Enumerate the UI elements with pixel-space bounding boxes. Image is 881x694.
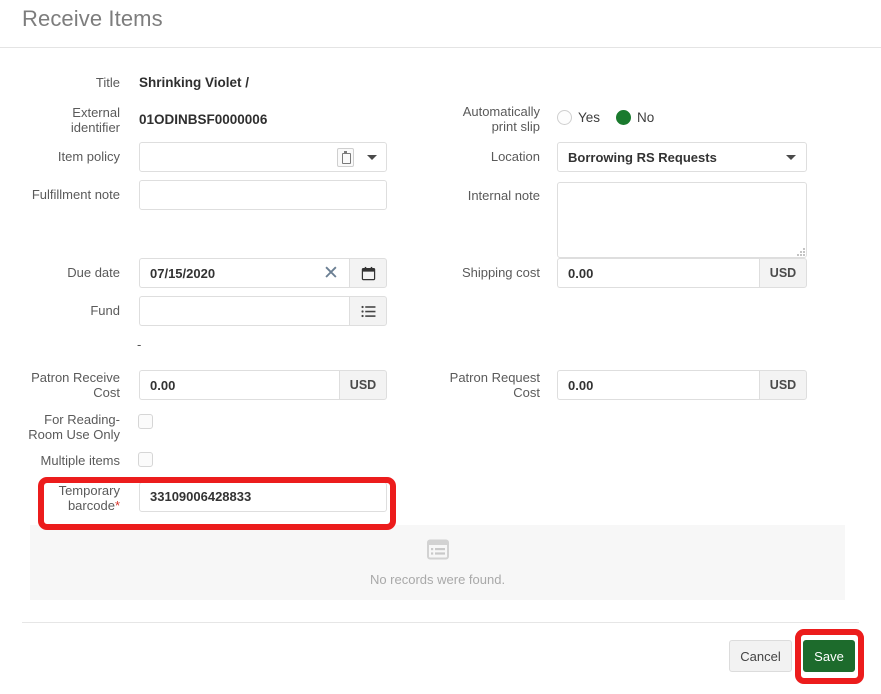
- auto-print-slip-label-line2: print slip: [491, 119, 540, 134]
- save-button[interactable]: Save: [803, 640, 855, 672]
- internal-note-textarea[interactable]: [557, 182, 807, 258]
- patron-request-cost-currency: USD: [759, 370, 807, 400]
- title-value: Shrinking Violet /: [139, 75, 250, 90]
- shipping-cost-currency: USD: [759, 258, 807, 288]
- external-identifier-label-line1: External: [72, 105, 120, 120]
- location-value: Borrowing RS Requests: [568, 149, 717, 165]
- due-date-input[interactable]: 07/15/2020: [139, 258, 349, 288]
- reading-room-label-line2: Room Use Only: [28, 427, 120, 442]
- radio-yes-label: Yes: [578, 110, 601, 125]
- page-header: Receive Items: [0, 0, 881, 48]
- external-identifier-label-line2: identifier: [70, 120, 120, 135]
- auto-print-slip-option-yes[interactable]: Yes: [557, 110, 600, 125]
- patron-request-cost-label-line1: Patron Request: [449, 370, 540, 385]
- chevron-down-icon[interactable]: [786, 155, 796, 160]
- fulfillment-note-input[interactable]: [139, 180, 387, 210]
- auto-print-slip-radio-group: Yes No: [557, 110, 654, 125]
- fulfillment-note-label: Fulfillment note: [31, 187, 120, 202]
- patron-receive-cost-group: 0.00 USD: [139, 370, 387, 400]
- external-identifier-value: 01ODINBSF0000006: [139, 112, 268, 127]
- auto-print-slip-label-line1: Automatically: [462, 104, 540, 119]
- page-title: Receive Items: [22, 6, 163, 31]
- temporary-barcode-input[interactable]: 33109006428833: [139, 482, 387, 512]
- list-icon[interactable]: [349, 296, 387, 326]
- due-date-field-group: 07/15/2020: [139, 258, 387, 288]
- fund-field-group: [139, 296, 387, 326]
- temporary-barcode-label-text: barcode: [67, 498, 115, 513]
- patron-request-cost-label-line2: Cost: [513, 385, 540, 400]
- patron-receive-cost-label-line1: Patron Receive: [31, 370, 120, 385]
- temporary-barcode-label-line2: barcode*: [0, 498, 120, 513]
- receive-items-page: Receive Items Title Shrinking Violet / E…: [0, 0, 881, 694]
- picker-icon[interactable]: [337, 148, 354, 167]
- internal-note-label: Internal note: [467, 188, 540, 203]
- due-date-label: Due date: [67, 265, 120, 280]
- fund-separator: -: [137, 337, 142, 352]
- radio-no-label: No: [637, 110, 655, 125]
- list-table-icon: [426, 539, 449, 565]
- location-label: Location: [490, 149, 540, 164]
- shipping-cost-input[interactable]: 0.00: [557, 258, 759, 288]
- auto-print-slip-option-no[interactable]: No: [616, 110, 654, 125]
- chevron-down-icon[interactable]: [367, 155, 377, 160]
- empty-state-panel: No records were found.: [30, 525, 845, 600]
- multiple-items-label: Multiple items: [40, 453, 120, 468]
- patron-request-cost-group: 0.00 USD: [557, 370, 807, 400]
- footer-divider: [22, 622, 859, 623]
- patron-request-cost-input[interactable]: 0.00: [557, 370, 759, 400]
- cancel-button[interactable]: Cancel: [729, 640, 792, 672]
- shipping-cost-label: Shipping cost: [461, 265, 540, 280]
- reading-room-label-line1: For Reading-: [44, 412, 120, 427]
- patron-receive-cost-label-line2: Cost: [93, 385, 120, 400]
- radio-no-icon[interactable]: [616, 110, 632, 125]
- reading-room-checkbox[interactable]: [138, 414, 153, 429]
- patron-receive-cost-input[interactable]: 0.00: [139, 370, 339, 400]
- shipping-cost-group: 0.00 USD: [557, 258, 807, 288]
- calendar-icon[interactable]: [349, 258, 387, 288]
- fund-input[interactable]: [139, 296, 349, 326]
- patron-receive-cost-currency: USD: [339, 370, 387, 400]
- empty-state-message: No records were found.: [369, 571, 506, 587]
- radio-yes-icon[interactable]: [557, 110, 572, 125]
- item-policy-label: Item policy: [57, 149, 120, 164]
- fund-label: Fund: [90, 303, 120, 318]
- required-asterisk: *: [114, 498, 120, 513]
- clear-due-date-icon[interactable]: ✕: [323, 264, 339, 283]
- title-label: Title: [95, 75, 120, 90]
- multiple-items-checkbox[interactable]: [138, 452, 153, 467]
- location-select[interactable]: Borrowing RS Requests: [557, 142, 807, 172]
- temporary-barcode-label-line1: Temporary: [58, 483, 120, 498]
